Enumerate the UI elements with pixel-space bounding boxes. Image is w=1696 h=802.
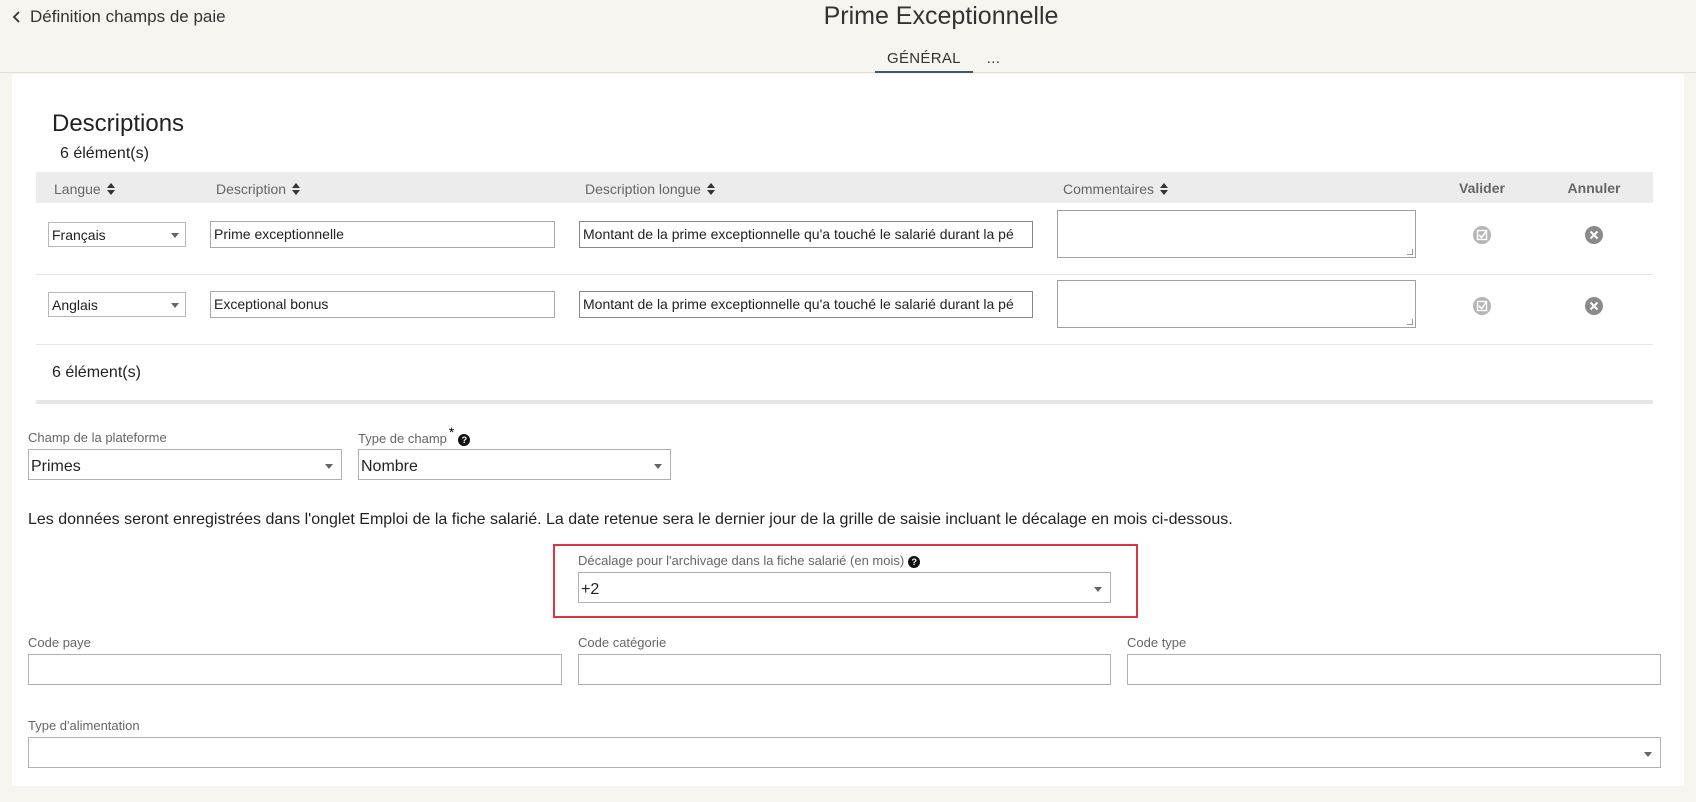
code-type-input[interactable] [1127,654,1661,685]
validate-icon[interactable] [1472,225,1492,245]
langue-select-value: Français [52,227,106,243]
type-champ-value: Nombre [361,458,418,475]
description-longue-input[interactable]: Montant de la prime exceptionnelle qu'a … [579,221,1033,248]
chevron-down-icon [1094,587,1102,592]
section-title-descriptions: Descriptions [52,110,185,137]
chevron-down-icon [171,303,179,308]
chevron-down-icon [1644,752,1652,757]
type-alimentation-label: Type d'alimentation [28,718,140,733]
resize-handle[interactable] [1407,319,1413,325]
column-header-description-longue[interactable]: Description longue [585,181,715,197]
champ-plateforme-label: Champ de la plateforme [28,430,167,445]
row-divider [36,344,1653,345]
row-divider [36,274,1653,275]
help-icon[interactable]: ? [458,433,471,446]
tab-more[interactable]: ... [973,48,1012,73]
langue-select-value: Anglais [52,297,98,313]
tab-general[interactable]: GÉNÉRAL [875,48,973,73]
chevron-down-icon [171,233,179,238]
column-header-description[interactable]: Description [216,181,301,197]
validate-icon[interactable] [1472,296,1492,316]
item-count-bottom: 6 élément(s) [52,364,141,381]
type-champ-select[interactable]: Nombre [358,449,671,480]
champ-plateforme-value: Primes [31,458,81,475]
sort-icon [106,183,115,195]
langue-select[interactable]: Anglais [48,292,186,317]
cancel-icon[interactable] [1584,296,1604,316]
column-header-label: Commentaires [1063,181,1155,197]
column-header-commentaires[interactable]: Commentaires [1063,181,1169,197]
type-alimentation-select[interactable] [28,737,1661,768]
resize-handle[interactable] [1407,249,1413,255]
sort-icon [706,183,715,195]
type-champ-label: Type de champ *? [358,424,471,446]
column-header-annuler: Annuler [1567,180,1621,196]
column-header-label: Langue [54,181,101,197]
chevron-down-icon [325,464,333,469]
cancel-icon[interactable] [1584,225,1604,245]
info-text: Les données seront enregistrées dans l'o… [28,511,1233,528]
decalage-select[interactable]: +2 [578,572,1111,603]
item-count-top: 6 élément(s) [60,145,149,162]
sort-icon [1160,183,1169,195]
code-paye-input[interactable] [28,654,562,685]
column-header-label: Description [216,181,287,197]
column-header-label: Description longue [585,181,701,197]
code-categorie-input[interactable] [578,654,1111,685]
page-title: Prime Exceptionnelle [823,2,1059,30]
type-champ-label-text: Type de champ [358,431,447,446]
decalage-label: Décalage pour l'archivage dans la fiche … [578,553,921,568]
decalage-label-text: Décalage pour l'archivage dans la fiche … [578,553,905,568]
column-header-valider: Valider [1459,180,1505,196]
help-icon[interactable]: ? [908,555,921,568]
commentaires-textarea[interactable] [1057,280,1416,328]
column-header-langue[interactable]: Langue [54,181,115,197]
tab-bar: GÉNÉRAL ... [875,48,1012,73]
code-paye-label: Code paye [28,635,91,650]
code-type-label: Code type [1127,635,1187,650]
required-mark: * [448,424,455,440]
code-categorie-label: Code catégorie [578,635,667,650]
description-input[interactable]: Prime exceptionnelle [210,221,555,248]
chevron-down-icon [654,464,662,469]
commentaires-textarea[interactable] [1057,210,1416,258]
description-longue-input[interactable]: Montant de la prime exceptionnelle qu'a … [579,291,1033,318]
description-input[interactable]: Exceptional bonus [210,291,555,318]
section-divider [36,400,1653,404]
langue-select[interactable]: Français [48,222,186,247]
top-bar: Définition champs de paie Prime Exceptio… [0,0,1696,73]
sort-icon [292,183,301,195]
champ-plateforme-select[interactable]: Primes [28,449,342,480]
decalage-value: +2 [581,581,600,598]
